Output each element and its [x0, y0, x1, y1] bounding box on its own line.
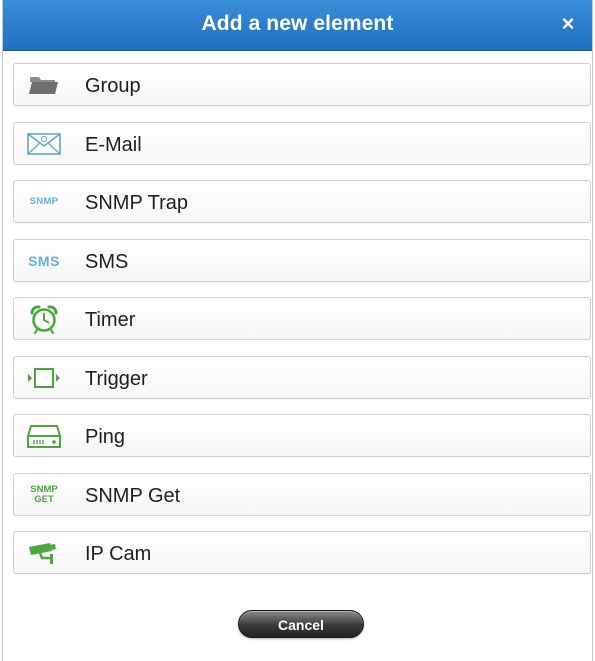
element-item-ip-cam[interactable]: IP Cam — [13, 531, 591, 574]
dialog-title: Add a new element — [201, 12, 394, 35]
snmp-get-icon: SNMP GET — [24, 481, 64, 509]
server-icon — [24, 422, 64, 450]
trigger-icon — [24, 364, 64, 392]
security-camera-icon — [24, 539, 64, 567]
element-item-snmp-get[interactable]: SNMP GET SNMP Get — [13, 472, 591, 516]
element-item-label: SMS — [85, 250, 129, 273]
element-list: Group E-Mail SNMP SNMP Trap SMS SMS Time… — [13, 63, 591, 590]
element-item-label: Timer — [85, 309, 136, 331]
element-item-label: Group — [85, 75, 141, 97]
element-item-group[interactable]: Group — [13, 63, 591, 106]
element-item-trigger[interactable]: Trigger — [13, 355, 591, 399]
snmp-trap-icon: SNMP — [24, 188, 64, 216]
element-item-label: E-Mail — [85, 133, 142, 156]
element-item-email[interactable]: E-Mail — [13, 121, 591, 165]
element-item-snmp-trap[interactable]: SNMP SNMP Trap — [13, 180, 591, 223]
close-button[interactable]: × — [556, 11, 580, 37]
dialog-title-bar: Add a new element × — [3, 0, 592, 51]
sms-icon-text: SMS — [28, 252, 60, 269]
add-element-dialog: Add a new element × Group E-Mail SNMP SN… — [2, 0, 593, 661]
element-item-ping[interactable]: Ping — [13, 414, 591, 457]
snmp-get-icon-text: SNMP GET — [30, 485, 57, 504]
element-item-timer[interactable]: Timer — [13, 297, 591, 340]
folder-icon — [24, 71, 64, 99]
cancel-button[interactable]: Cancel — [238, 610, 364, 638]
element-item-label: IP Cam — [85, 543, 152, 565]
element-item-label: Trigger — [85, 367, 148, 390]
snmp-get-icon-text-line2: GET — [34, 493, 54, 505]
element-item-label: SNMP Trap — [85, 192, 188, 214]
element-item-label: Ping — [85, 426, 126, 448]
snmp-trap-icon-text: SNMP — [29, 196, 59, 208]
element-item-sms[interactable]: SMS SMS — [13, 238, 591, 282]
sms-icon: SMS — [24, 247, 64, 275]
element-item-label: SNMP Get — [85, 484, 181, 507]
envelope-icon — [24, 130, 64, 158]
alarm-clock-icon — [24, 305, 64, 335]
